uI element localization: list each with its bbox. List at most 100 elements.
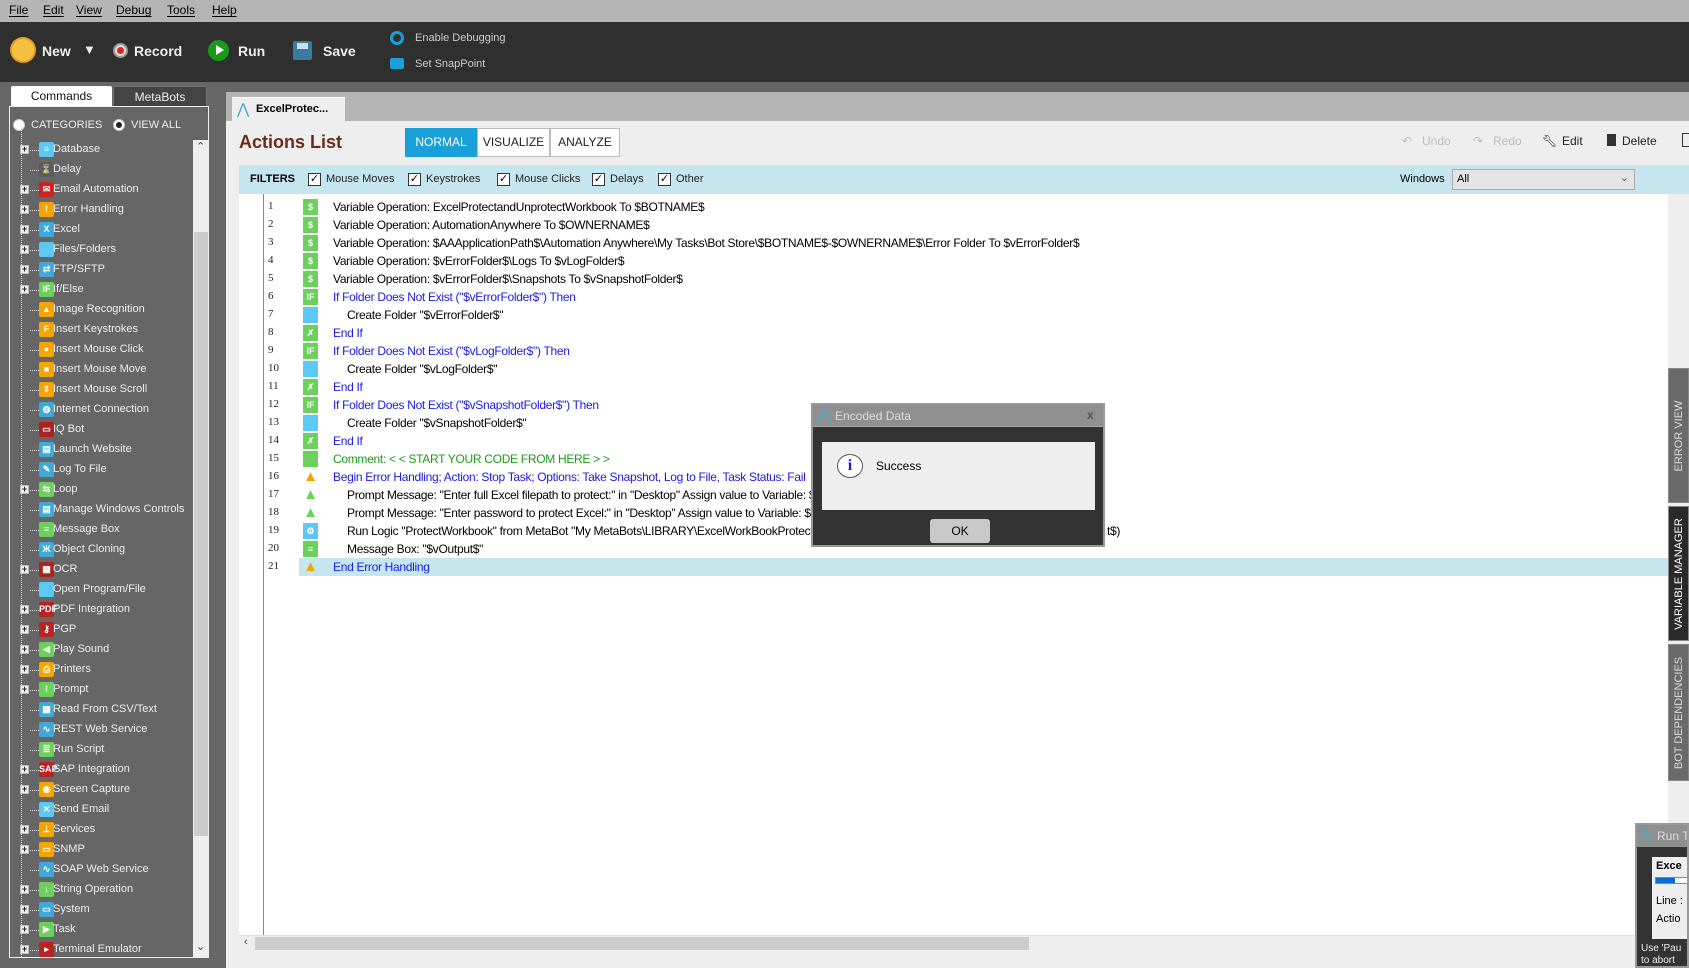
sidebar-item-launch-website[interactable]: ▤ Launch Website	[10, 440, 195, 460]
sidebar-item-task[interactable]: + ▶ Task	[10, 920, 195, 940]
sidebar-item-iq-bot[interactable]: ▭ IQ Bot	[10, 420, 195, 440]
filter-delays-checkbox[interactable]: ✓	[592, 173, 605, 186]
sidebar-item-image-recognition[interactable]: ▲ Image Recognition	[10, 300, 195, 320]
sidebar-item-object-cloning[interactable]: Ж Object Cloning	[10, 540, 195, 560]
sidebar-item-files-folders[interactable]: + Files/Folders	[10, 240, 195, 260]
sidebar-item-read-from-csv-text[interactable]: ▦ Read From CSV/Text	[10, 700, 195, 720]
new-dropdown-icon[interactable]: ▼	[83, 42, 96, 57]
copy-icon[interactable]	[1682, 133, 1689, 147]
mode-visualize-button[interactable]: VISUALIZE	[477, 128, 550, 157]
expand-icon[interactable]: +	[20, 845, 29, 854]
sidebar-item-prompt[interactable]: +! Prompt	[10, 680, 195, 700]
scroll-up-icon[interactable]: ⌃	[196, 140, 205, 153]
save-button[interactable]: Save	[323, 43, 356, 59]
action-row[interactable]: 21 ▲ End Error Handling	[268, 558, 1668, 576]
new-button[interactable]: New	[42, 43, 71, 59]
sidebar-item-log-to-file[interactable]: ✎ Log To File	[10, 460, 195, 480]
menu-tools[interactable]: Tools	[167, 3, 195, 17]
document-tab[interactable]: ⋀ ExcelProtec...	[232, 97, 345, 121]
sidebar-scrollbar[interactable]: ⌃ ⌄	[193, 140, 209, 957]
sidebar-item-printers[interactable]: + ⎙ Printers	[10, 660, 195, 680]
scrollbar-thumb[interactable]	[255, 937, 1029, 950]
sidebar-item-excel[interactable]: + X Excel	[10, 220, 195, 240]
mode-normal-button[interactable]: NORMAL	[405, 128, 477, 157]
sidebar-item-insert-mouse-move[interactable]: ■ Insert Mouse Move	[10, 360, 195, 380]
menu-help[interactable]: Help	[212, 3, 237, 17]
expand-icon[interactable]: +	[20, 665, 29, 674]
action-row[interactable]: 2 $ Variable Operation: AutomationAnywhere…	[239, 216, 1668, 234]
sidebar-item-services[interactable]: + ⊥ Services	[10, 820, 195, 840]
menu-view[interactable]: View	[76, 3, 102, 17]
sidebar-item-rest-web-service[interactable]: ∿ REST Web Service	[10, 720, 195, 740]
expand-icon[interactable]: +	[20, 905, 29, 914]
delete-button[interactable]: Delete	[1622, 134, 1657, 148]
expand-icon[interactable]: +	[20, 625, 29, 634]
close-icon[interactable]: x	[1087, 408, 1094, 422]
sidebar-item-if-else[interactable]: + IF If/Else	[10, 280, 195, 300]
menu-debug[interactable]: Debug	[116, 3, 151, 17]
sidebar-item-ocr[interactable]: + ▦ OCR	[10, 560, 195, 580]
sidebar-item-manage-windows-controls[interactable]: ▤ Manage Windows Controls	[10, 500, 195, 520]
sidebar-item-soap-web-service[interactable]: ∿ SOAP Web Service	[10, 860, 195, 880]
sidebar-item-ftp-sftp[interactable]: + ⇄ FTP/SFTP	[10, 260, 195, 280]
record-button[interactable]: Record	[134, 43, 182, 59]
sidebar-item-run-script[interactable]: ≣ Run Script	[10, 740, 195, 760]
sidebar-item-pdf-integration[interactable]: + PDF PDF Integration	[10, 600, 195, 620]
tab-bot-dependencies[interactable]: BOT DEPENDENCIES	[1668, 644, 1689, 781]
redo-button[interactable]: Redo	[1493, 134, 1522, 148]
expand-icon[interactable]: +	[20, 225, 29, 234]
sidebar-item-snmp[interactable]: + ▭ SNMP	[10, 840, 195, 860]
set-snappoint-button[interactable]: Set SnapPoint	[415, 58, 485, 70]
sidebar-item-send-email[interactable]: ✕ Send Email	[10, 800, 195, 820]
sidebar-item-database[interactable]: + ≡ Database	[10, 140, 195, 160]
action-row[interactable]: 11 ✗ End If	[239, 378, 1668, 396]
scroll-left-icon[interactable]: ‹	[244, 936, 248, 948]
action-row[interactable]: 5 $ Variable Operation: $vErrorFolder$\Sna…	[239, 270, 1668, 288]
sidebar-item-terminal-emulator[interactable]: + ▸ Terminal Emulator	[10, 940, 195, 960]
expand-icon[interactable]: +	[20, 925, 29, 934]
expand-icon[interactable]: +	[20, 265, 29, 274]
scroll-down-icon[interactable]: ⌄	[196, 940, 205, 953]
action-row[interactable]: 10 Create Folder "$vLogFolder$"	[239, 360, 1668, 378]
sidebar-item-insert-mouse-click[interactable]: ● Insert Mouse Click	[10, 340, 195, 360]
action-row[interactable]: 1 $ Variable Operation: ExcelProtectandUnp…	[239, 198, 1668, 216]
expand-icon[interactable]: +	[20, 765, 29, 774]
action-row[interactable]: 6 IF If Folder Does Not Exist ("$vErrorFol…	[239, 288, 1668, 306]
sidebar-item-system[interactable]: + ▭ System	[10, 900, 195, 920]
sidebar-item-email-automation[interactable]: + ✉ Email Automation	[10, 180, 195, 200]
sidebar-item-pgp[interactable]: + ⚷ PGP	[10, 620, 195, 640]
expand-icon[interactable]: +	[20, 685, 29, 694]
expand-icon[interactable]: +	[20, 605, 29, 614]
horizontal-scrollbar[interactable]: ‹	[239, 935, 1668, 950]
enable-debugging-button[interactable]: Enable Debugging	[415, 32, 506, 44]
run-button[interactable]: Run	[238, 43, 265, 59]
expand-icon[interactable]: +	[20, 485, 29, 494]
expand-icon[interactable]: +	[20, 885, 29, 894]
sidebar-item-string-operation[interactable]: + ↓ String Operation	[10, 880, 195, 900]
expand-icon[interactable]: +	[20, 645, 29, 654]
sidebar-item-delay[interactable]: ⌛ Delay	[10, 160, 195, 180]
tab-variable-manager[interactable]: VARIABLE MANAGER	[1668, 506, 1689, 641]
sidebar-item-insert-mouse-scroll[interactable]: ⇕ Insert Mouse Scroll	[10, 380, 195, 400]
action-row[interactable]: 9 IF If Folder Does Not Exist ("$vLogFolde…	[239, 342, 1668, 360]
action-row[interactable]: 4 $ Variable Operation: $vErrorFolder$\Log…	[239, 252, 1668, 270]
action-row[interactable]: 3 $ Variable Operation: $AAApplicationPath…	[239, 234, 1668, 252]
categories-radio[interactable]	[13, 119, 25, 131]
expand-icon[interactable]: +	[20, 185, 29, 194]
filter-mouse-moves-checkbox[interactable]: ✓	[308, 173, 321, 186]
expand-icon[interactable]: +	[20, 205, 29, 214]
sidebar-item-message-box[interactable]: ≡ Message Box	[10, 520, 195, 540]
action-row[interactable]: 8 ✗ End If	[239, 324, 1668, 342]
expand-icon[interactable]: +	[20, 825, 29, 834]
sidebar-item-sap-integration[interactable]: + SAP SAP Integration	[10, 760, 195, 780]
sidebar-item-loop[interactable]: + ⇆ Loop	[10, 480, 195, 500]
view-all-radio[interactable]	[113, 119, 125, 131]
expand-icon[interactable]: +	[20, 565, 29, 574]
sidebar-item-open-program-file[interactable]: Open Program/File	[10, 580, 195, 600]
tab-commands[interactable]: Commands	[11, 86, 112, 107]
ok-button[interactable]: OK	[930, 519, 990, 543]
action-row[interactable]: 7 Create Folder "$vErrorFolder$"	[239, 306, 1668, 324]
expand-icon[interactable]: +	[20, 285, 29, 294]
tab-metabots[interactable]: MetaBots	[113, 86, 207, 107]
filter-keystrokes-checkbox[interactable]: ✓	[408, 173, 421, 186]
